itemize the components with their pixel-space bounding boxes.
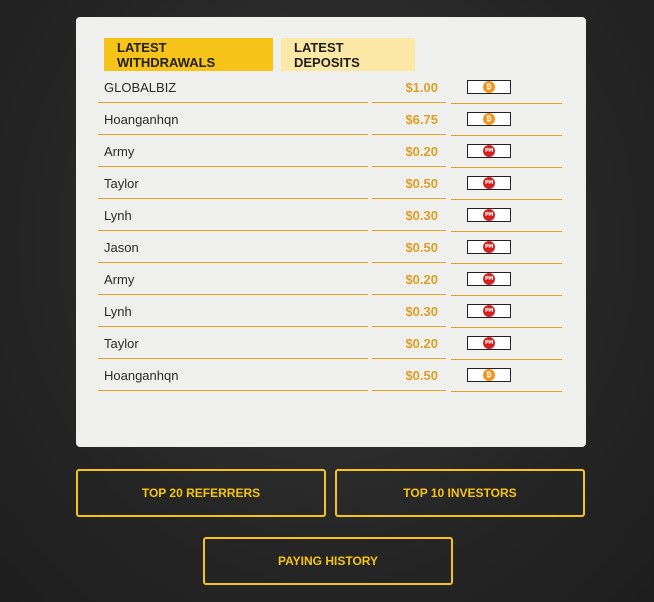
payment-method-cell: PM xyxy=(451,136,562,168)
amount: $0.50 xyxy=(372,168,446,199)
user-name: Hoanganhqn xyxy=(98,104,368,135)
payment-method-badge: ₿ xyxy=(467,112,511,126)
amount: $0.20 xyxy=(372,328,446,359)
perfect-money-icon: PM xyxy=(483,209,495,221)
user-name: Taylor xyxy=(98,168,368,199)
perfect-money-icon: PM xyxy=(483,337,495,349)
amount: $0.30 xyxy=(372,200,446,231)
user-name: Hoanganhqn xyxy=(98,360,368,391)
paying-history-button[interactable]: PAYING HISTORY xyxy=(203,537,453,585)
table-row: Army $0.20 PM xyxy=(98,136,562,168)
payment-method-cell: PM xyxy=(451,264,562,296)
payment-method-cell: PM xyxy=(451,328,562,360)
payment-method-badge: PM xyxy=(467,176,511,190)
amount: $0.30 xyxy=(372,296,446,327)
bitcoin-icon: ₿ xyxy=(483,369,495,381)
payment-method-cell: PM xyxy=(451,296,562,328)
perfect-money-icon: PM xyxy=(483,305,495,317)
perfect-money-icon: PM xyxy=(483,273,495,285)
payment-method-cell: ₿ xyxy=(451,72,562,104)
amount: $0.20 xyxy=(372,264,446,295)
payment-method-badge: ₿ xyxy=(467,368,511,382)
payment-method-cell: PM xyxy=(451,200,562,232)
payment-method-cell: PM xyxy=(451,168,562,200)
table-row: Taylor $0.20 PM xyxy=(98,328,562,360)
tab-bar: LATEST WITHDRAWALS LATEST DEPOSITS xyxy=(104,38,415,71)
payment-method-badge: PM xyxy=(467,240,511,254)
payment-method-cell: ₿ xyxy=(451,104,562,136)
table-row: GLOBALBIZ $1.00 ₿ xyxy=(98,72,562,104)
payment-method-cell: PM xyxy=(451,232,562,264)
payment-method-badge: PM xyxy=(467,208,511,222)
perfect-money-icon: PM xyxy=(483,177,495,189)
user-name: Lynh xyxy=(98,200,368,231)
bitcoin-icon: ₿ xyxy=(483,81,495,93)
payment-method-badge: PM xyxy=(467,304,511,318)
table-row: Lynh $0.30 PM xyxy=(98,296,562,328)
table-row: Hoanganhqn $0.50 ₿ xyxy=(98,360,562,392)
tab-latest-deposits[interactable]: LATEST DEPOSITS xyxy=(281,38,415,71)
amount: $0.50 xyxy=(372,232,446,263)
bitcoin-icon: ₿ xyxy=(483,113,495,125)
user-name: Army xyxy=(98,136,368,167)
table-row: Jason $0.50 PM xyxy=(98,232,562,264)
user-name: Lynh xyxy=(98,296,368,327)
withdrawals-panel: LATEST WITHDRAWALS LATEST DEPOSITS GLOBA… xyxy=(76,17,586,447)
amount: $1.00 xyxy=(372,72,446,103)
payment-method-cell: ₿ xyxy=(451,360,562,392)
tab-latest-withdrawals[interactable]: LATEST WITHDRAWALS xyxy=(104,38,273,71)
user-name: Jason xyxy=(98,232,368,263)
withdrawals-table: GLOBALBIZ $1.00 ₿ Hoanganhqn $6.75 ₿ Army $0.20… xyxy=(98,72,562,392)
user-name: Taylor xyxy=(98,328,368,359)
table-row: Lynh $0.30 PM xyxy=(98,200,562,232)
payment-method-badge: PM xyxy=(467,336,511,350)
payment-method-badge: ₿ xyxy=(467,80,511,94)
perfect-money-icon: PM xyxy=(483,145,495,157)
payment-method-badge: PM xyxy=(467,272,511,286)
table-row: Hoanganhqn $6.75 ₿ xyxy=(98,104,562,136)
table-row: Taylor $0.50 PM xyxy=(98,168,562,200)
table-row: Army $0.20 PM xyxy=(98,264,562,296)
top-investors-button[interactable]: TOP 10 INVESTORS xyxy=(335,469,585,517)
user-name: GLOBALBIZ xyxy=(98,72,368,103)
amount: $0.20 xyxy=(372,136,446,167)
top-referrers-button[interactable]: TOP 20 REFERRERS xyxy=(76,469,326,517)
amount: $0.50 xyxy=(372,360,446,391)
amount: $6.75 xyxy=(372,104,446,135)
payment-method-badge: PM xyxy=(467,144,511,158)
user-name: Army xyxy=(98,264,368,295)
perfect-money-icon: PM xyxy=(483,241,495,253)
